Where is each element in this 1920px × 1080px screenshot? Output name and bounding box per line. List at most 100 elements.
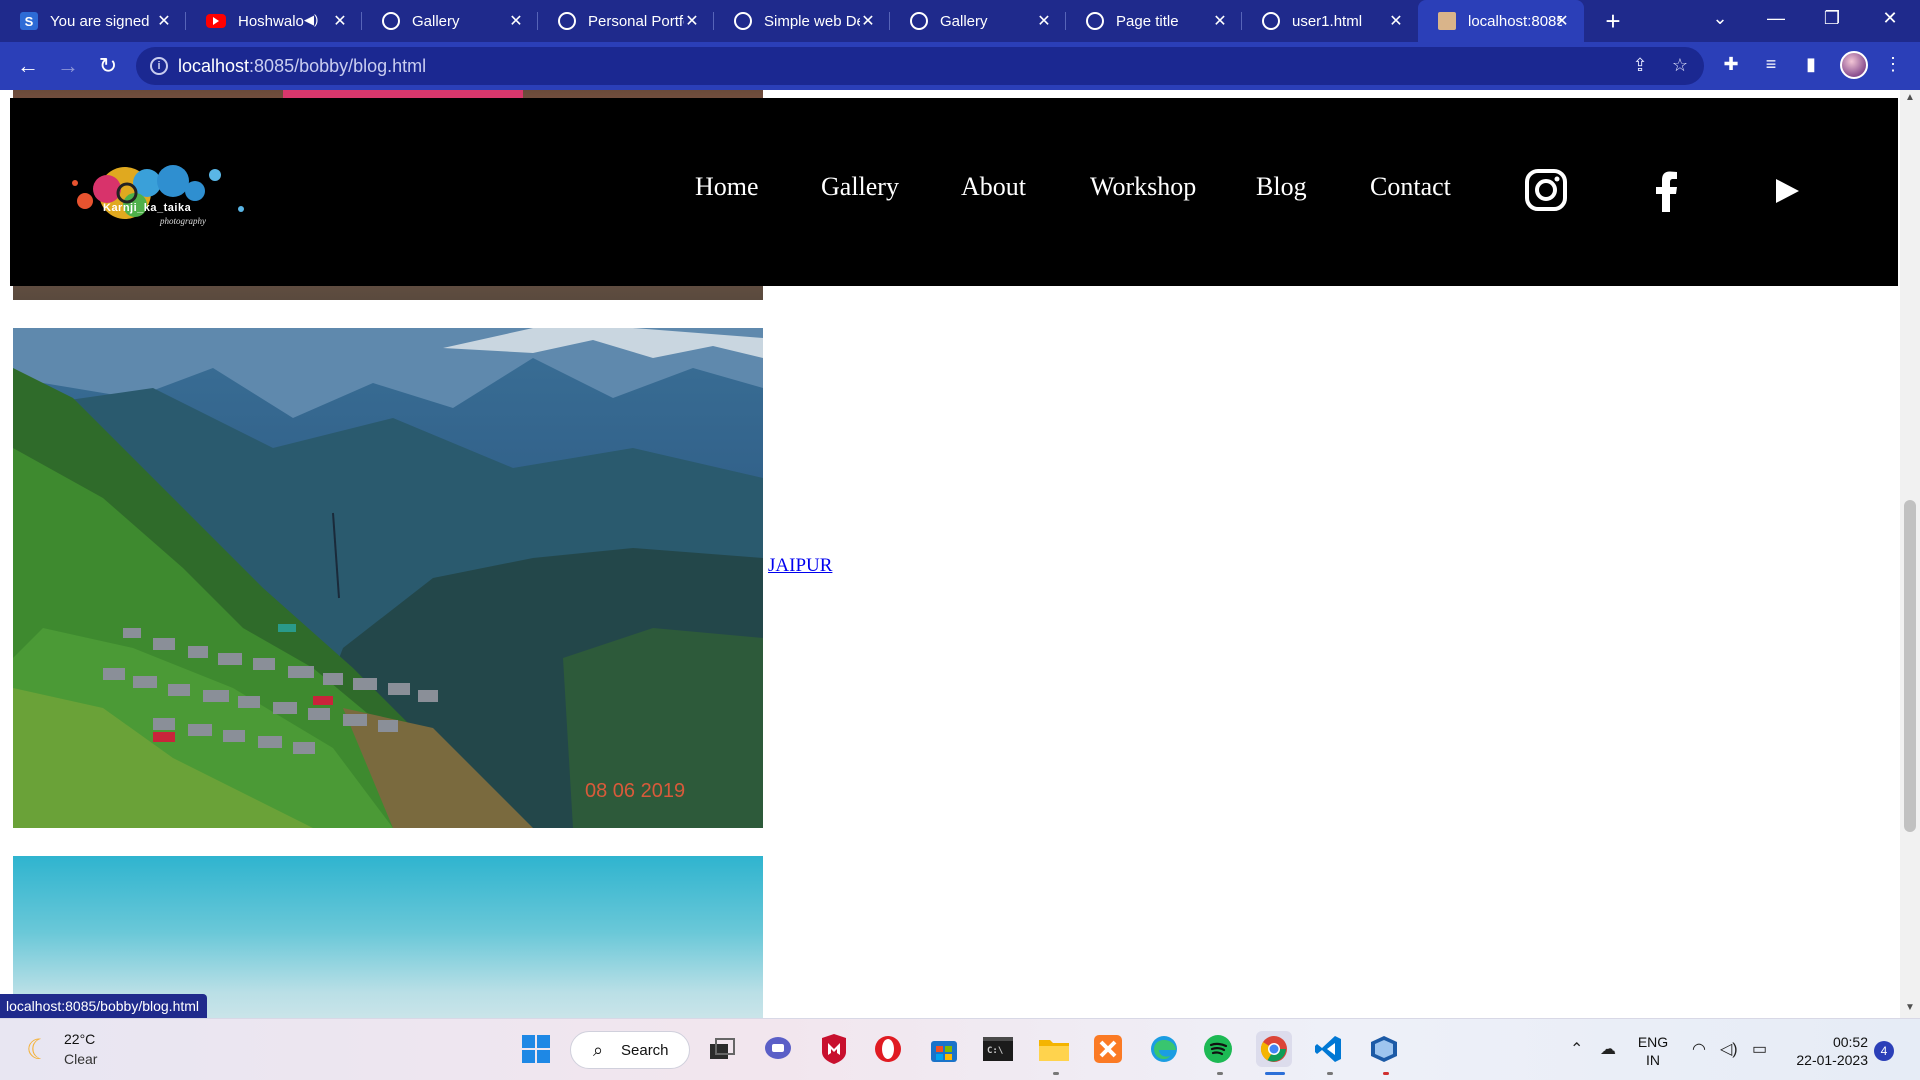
spotify-icon[interactable] [1200, 1031, 1236, 1067]
tab-gallery-2[interactable]: Gallery ✕ [890, 0, 1066, 42]
address-bar[interactable]: i localhost:8085/bobby/blog.html ⇪ ☆ [136, 47, 1704, 85]
nav-contact[interactable]: Contact [1370, 172, 1451, 202]
tab-hoshwalo[interactable]: Hoshwalo ◀) ✕ [186, 0, 362, 42]
speaker-icon[interactable]: ◀) [304, 12, 318, 28]
xampp-icon[interactable] [1090, 1031, 1126, 1067]
nav-blog[interactable]: Blog [1256, 172, 1307, 202]
forward-button[interactable]: → [54, 52, 82, 80]
side-panel-icon[interactable]: ▮ [1798, 54, 1824, 75]
site-header: Karnji_ka_taika photography Home Gallery… [10, 98, 1898, 286]
close-icon[interactable]: ✕ [154, 11, 174, 31]
taskbar-search[interactable]: ⌕ Search [570, 1031, 690, 1069]
image-icon [1438, 12, 1456, 30]
globe-icon [910, 12, 928, 30]
scroll-up-arrow-icon[interactable]: ▲ [1904, 92, 1916, 103]
blog-image-mountain-village[interactable]: 08 06 2019 [13, 328, 763, 828]
new-tab-button[interactable]: + [1598, 6, 1628, 37]
tab-title: user1.html [1292, 12, 1363, 30]
weather-temperature[interactable]: 22°C [64, 1031, 95, 1047]
url-text[interactable]: localhost:8085/bobby/blog.html [178, 56, 426, 77]
media-control-icon[interactable]: ≡ [1758, 54, 1784, 75]
window-close-button[interactable]: ✕ [1870, 8, 1910, 29]
file-explorer-icon[interactable] [1036, 1031, 1072, 1067]
virtualbox-icon[interactable] [1366, 1031, 1402, 1067]
nav-gallery[interactable]: Gallery [821, 172, 899, 202]
s-logo-icon: S [20, 12, 38, 30]
info-icon[interactable]: i [150, 57, 168, 75]
tab-title: Gallery [940, 12, 988, 30]
tab-user1[interactable]: user1.html ✕ [1242, 0, 1418, 42]
globe-icon [1086, 12, 1104, 30]
close-icon[interactable]: ✕ [506, 11, 526, 31]
globe-icon [382, 12, 400, 30]
mcafee-icon[interactable] [816, 1031, 852, 1067]
language-indicator[interactable]: ENG IN [1636, 1033, 1670, 1069]
terminal-icon[interactable]: C:\ [980, 1031, 1016, 1067]
share-icon[interactable]: ⇪ [1628, 55, 1652, 76]
chat-icon[interactable] [760, 1031, 796, 1067]
close-icon[interactable]: ✕ [858, 11, 878, 31]
microsoft-store-icon[interactable] [926, 1031, 962, 1067]
volume-icon[interactable]: ◁) [1720, 1039, 1738, 1059]
close-icon[interactable]: ✕ [1386, 11, 1406, 31]
instagram-icon[interactable] [1524, 168, 1568, 217]
site-logo[interactable]: Karnji_ka_taika photography [55, 153, 275, 243]
restore-button[interactable]: ❐ [1812, 8, 1852, 29]
nav-workshop[interactable]: Workshop [1090, 172, 1196, 202]
blog-entry-link-jaipur[interactable]: JAIPUR [768, 555, 832, 577]
cloud-sync-icon[interactable]: ☁ [1600, 1039, 1616, 1059]
moon-icon[interactable]: ☾ [26, 1033, 51, 1066]
windows-taskbar: ☾ 22°C Clear ⌕ Search C:\ ⌃ ☁ ENG IN ◠ ◁… [0, 1018, 1920, 1080]
bookmark-star-icon[interactable]: ☆ [1668, 55, 1692, 76]
tab-search-chevron-icon[interactable]: ⌄ [1700, 8, 1740, 29]
link-status-bubble: localhost:8085/bobby/blog.html [0, 994, 208, 1018]
tab-you-are-signed[interactable]: S You are signed ✕ [0, 0, 186, 42]
battery-icon[interactable]: ▭ [1752, 1039, 1767, 1059]
task-view-icon[interactable] [704, 1031, 740, 1067]
taskbar-clock[interactable]: 00:52 22-01-2023 [1788, 1033, 1868, 1069]
tab-personal-portfolio[interactable]: Personal Portfo ✕ [538, 0, 714, 42]
tab-title: Page title [1116, 12, 1179, 30]
close-icon[interactable]: ✕ [682, 11, 702, 31]
menu-kebab-icon[interactable]: ⋮ [1880, 54, 1906, 75]
back-button[interactable]: ← [14, 52, 42, 80]
weather-description[interactable]: Clear [64, 1051, 97, 1067]
page-viewport: 08 06 2019 JAIPUR Karnji_ka_taika photog… [0, 90, 1920, 1018]
tab-title: localhost:8085 [1468, 12, 1562, 30]
close-icon[interactable]: ✕ [1552, 11, 1572, 31]
edge-icon[interactable] [1146, 1031, 1182, 1067]
scrollbar-thumb[interactable] [1904, 500, 1916, 832]
nav-about[interactable]: About [961, 172, 1026, 202]
play-icon[interactable] [1772, 176, 1802, 211]
browser-toolbar: ← → ↻ i localhost:8085/bobby/blog.html ⇪… [0, 42, 1920, 90]
facebook-icon[interactable] [1654, 170, 1680, 217]
opera-icon[interactable] [870, 1031, 906, 1067]
scroll-down-arrow-icon[interactable]: ▼ [1904, 1002, 1916, 1013]
tab-page-title[interactable]: Page title ✕ [1066, 0, 1242, 42]
close-icon[interactable]: ✕ [330, 11, 350, 31]
close-icon[interactable]: ✕ [1210, 11, 1230, 31]
paint-splash-logo-icon [72, 165, 244, 219]
tab-localhost-active[interactable]: localhost:8085 ✕ [1418, 0, 1584, 42]
nav-home[interactable]: Home [695, 172, 759, 202]
tab-gallery[interactable]: Gallery ✕ [362, 0, 538, 42]
close-icon[interactable]: ✕ [1034, 11, 1054, 31]
tab-strip: S You are signed ✕ Hoshwalo ◀) ✕ Gallery… [0, 0, 1920, 42]
logo-subtext: photography [160, 216, 206, 226]
tab-simple-web[interactable]: Simple web De ✕ [714, 0, 890, 42]
photo-date-stamp: 08 06 2019 [585, 780, 686, 802]
wifi-icon[interactable]: ◠ [1692, 1039, 1706, 1059]
reload-button[interactable]: ↻ [94, 52, 122, 80]
vscode-icon[interactable] [1310, 1031, 1346, 1067]
youtube-icon [206, 14, 226, 28]
globe-icon [734, 12, 752, 30]
page-scrollbar[interactable]: ▲ ▼ [1900, 90, 1920, 1018]
notification-badge[interactable]: 4 [1874, 1041, 1894, 1061]
mountain-landscape [13, 328, 763, 828]
minimize-button[interactable]: — [1756, 8, 1796, 29]
extensions-puzzle-icon[interactable]: ✚ [1718, 54, 1744, 75]
windows-start-icon[interactable] [518, 1031, 554, 1067]
chevron-up-icon[interactable]: ⌃ [1570, 1039, 1583, 1059]
profile-avatar[interactable] [1840, 51, 1868, 79]
chrome-icon[interactable] [1256, 1031, 1292, 1067]
